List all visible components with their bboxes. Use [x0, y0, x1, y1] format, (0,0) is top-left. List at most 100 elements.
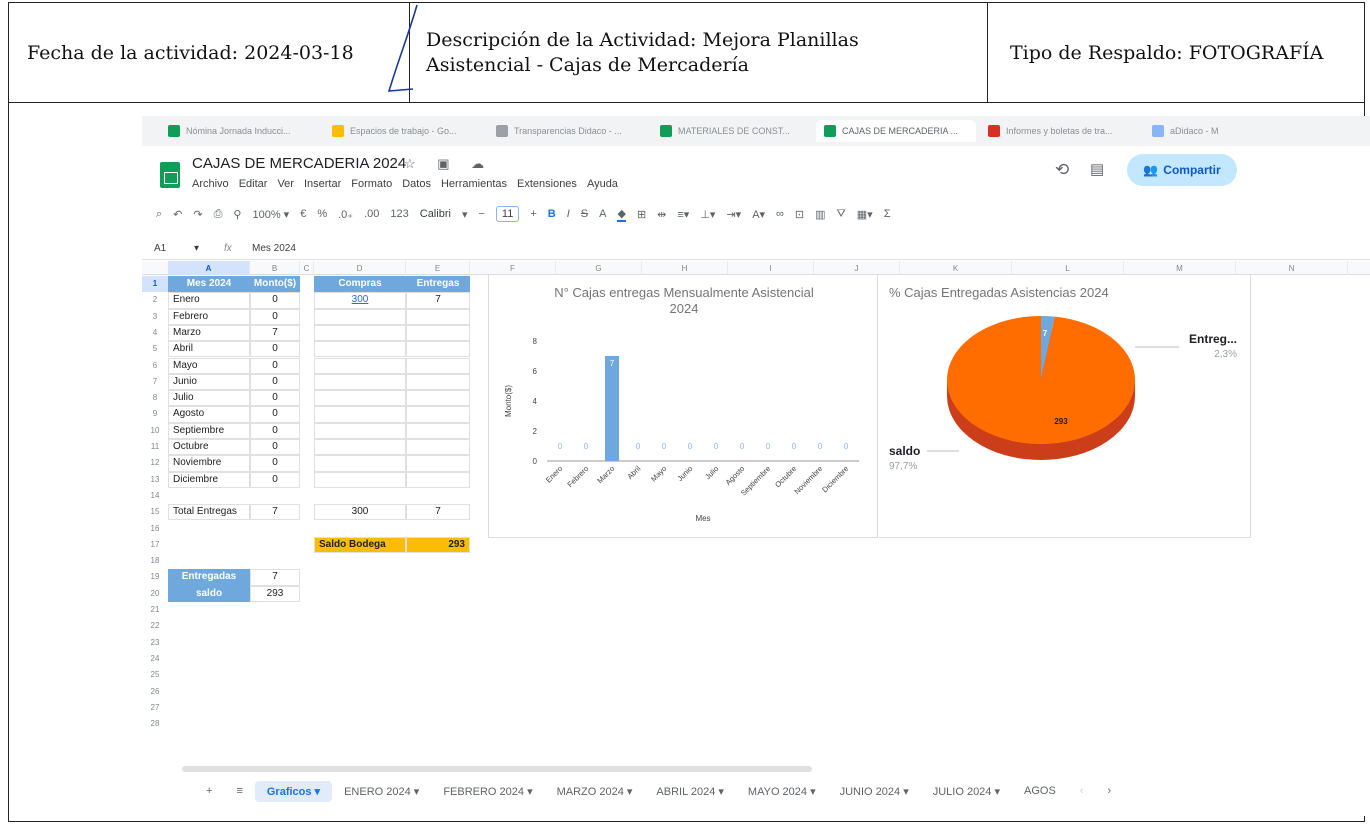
row-header[interactable]: 21: [142, 602, 168, 618]
empty-cell[interactable]: [314, 455, 406, 472]
row-header[interactable]: 1: [142, 276, 168, 293]
row-header[interactable]: 25: [142, 667, 168, 683]
menu-item[interactable]: Archivo: [192, 178, 229, 190]
month-amount-cell[interactable]: 0: [250, 341, 300, 358]
row-header[interactable]: 5: [142, 341, 168, 357]
paint-format-icon[interactable]: ⚲: [233, 208, 241, 221]
menu-item[interactable]: Insertar: [304, 178, 341, 190]
document-title[interactable]: CAJAS DE MERCADERIA 2024: [192, 155, 406, 172]
empty-cell[interactable]: [314, 422, 406, 439]
column-header[interactable]: G: [556, 261, 642, 275]
month-name-cell[interactable]: Marzo: [168, 324, 250, 342]
column-header[interactable]: B: [250, 261, 300, 275]
insert-comment-icon[interactable]: ⊡: [795, 208, 804, 221]
sheet-tab[interactable]: MARZO 2024 ▾: [545, 781, 645, 802]
empty-cell[interactable]: [406, 422, 470, 439]
empty-cell[interactable]: [314, 308, 406, 325]
month-name-cell[interactable]: Octubre: [168, 439, 250, 456]
empty-cell[interactable]: [406, 390, 470, 407]
zoom-select[interactable]: 100% ▾: [252, 208, 289, 221]
filter-icon[interactable]: ⛛: [837, 208, 846, 221]
saldo-bodega-value-cell[interactable]: 293: [406, 536, 470, 554]
empty-cell[interactable]: [314, 373, 406, 391]
browser-tab[interactable]: Nómina Jornada Inducci...: [160, 120, 320, 142]
redo-icon[interactable]: ↷: [193, 208, 202, 221]
borders-icon[interactable]: ⊞: [637, 208, 646, 221]
row-header[interactable]: 6: [142, 358, 168, 374]
month-name-cell[interactable]: Julio: [168, 390, 250, 407]
column-header[interactable]: E: [406, 261, 470, 275]
entregadas-label-cell[interactable]: Entregadas: [168, 569, 250, 586]
month-amount-cell[interactable]: 0: [250, 455, 300, 472]
empty-cell[interactable]: [314, 439, 406, 456]
total-entregas-label-cell[interactable]: Total Entregas: [168, 504, 250, 521]
month-amount-cell[interactable]: 0: [250, 308, 300, 325]
empty-cell[interactable]: [406, 406, 470, 423]
horizontal-scrollbar[interactable]: [182, 766, 812, 772]
month-name-cell[interactable]: Agosto: [168, 406, 250, 423]
entregas-value-cell[interactable]: 7: [406, 292, 470, 309]
row-header[interactable]: 3: [142, 309, 168, 325]
row-header[interactable]: 10: [142, 423, 168, 439]
column-header[interactable]: I: [728, 261, 814, 275]
menu-item[interactable]: Extensiones: [517, 178, 577, 190]
browser-tab[interactable]: CAJAS DE MERCADERIA ...: [816, 120, 976, 142]
number-format-button[interactable]: 123: [390, 208, 408, 220]
row-header[interactable]: 8: [142, 390, 168, 406]
percent-button[interactable]: %: [317, 208, 327, 220]
row-header[interactable]: 19: [142, 569, 168, 585]
row-header[interactable]: 11: [142, 439, 168, 455]
header-entregas-cell[interactable]: Entregas: [406, 276, 470, 293]
row-header[interactable]: 9: [142, 406, 168, 422]
column-header[interactable]: A: [168, 261, 250, 275]
month-amount-cell[interactable]: 0: [250, 357, 300, 374]
empty-cell[interactable]: [314, 390, 406, 407]
pie-slice[interactable]: [947, 316, 1135, 444]
search-menus-icon[interactable]: ⌕: [156, 208, 162, 221]
row-header[interactable]: 15: [142, 504, 168, 520]
undo-icon[interactable]: ↶: [173, 208, 182, 221]
menu-item[interactable]: Editar: [239, 178, 268, 190]
filter-views-icon[interactable]: ▦▾: [857, 208, 873, 221]
name-box[interactable]: A1: [142, 243, 194, 254]
month-amount-cell[interactable]: 0: [250, 390, 300, 407]
row-header[interactable]: 27: [142, 700, 168, 716]
empty-cell[interactable]: [314, 341, 406, 358]
empty-cell[interactable]: [406, 341, 470, 358]
font-size-input[interactable]: 11: [495, 206, 520, 222]
merge-cells-icon[interactable]: ⇹: [657, 208, 666, 221]
month-amount-cell[interactable]: 0: [250, 373, 300, 391]
saldo-bodega-label-cell[interactable]: Saldo Bodega: [314, 536, 406, 554]
month-amount-cell[interactable]: 0: [250, 406, 300, 423]
menu-item[interactable]: Datos: [402, 178, 431, 190]
star-move-cloud-icons[interactable]: ☆ ▣ ☁: [404, 156, 493, 172]
row-header[interactable]: 14: [142, 488, 168, 504]
total-entregas-cell[interactable]: 7: [406, 504, 470, 521]
formula-input[interactable]: Mes 2024: [252, 243, 296, 254]
month-name-cell[interactable]: Diciembre: [168, 471, 250, 488]
empty-cell[interactable]: [314, 471, 406, 488]
column-header[interactable]: D: [314, 261, 406, 275]
all-sheets-button[interactable]: ≡: [224, 781, 254, 801]
column-header[interactable]: K: [900, 261, 1012, 275]
currency-button[interactable]: €: [300, 208, 306, 220]
row-header[interactable]: 16: [142, 521, 168, 537]
month-amount-cell[interactable]: 0: [250, 439, 300, 456]
print-icon[interactable]: ⎙: [214, 208, 223, 221]
sheet-tab[interactable]: AGOS: [1012, 781, 1068, 801]
sheet-tab[interactable]: Graficos ▾: [254, 780, 333, 802]
bold-icon[interactable]: B: [548, 208, 556, 220]
functions-icon[interactable]: Σ: [884, 208, 891, 220]
column-header[interactable]: C: [300, 261, 314, 275]
row-header[interactable]: 4: [142, 325, 168, 341]
row-header[interactable]: 28: [142, 716, 168, 732]
sheet-tab[interactable]: JULIO 2024 ▾: [921, 781, 1012, 802]
row-header[interactable]: 18: [142, 553, 168, 569]
share-button[interactable]: 👥 Compartir: [1127, 154, 1237, 186]
month-name-cell[interactable]: Septiembre: [168, 422, 250, 439]
browser-tab[interactable]: Informes y boletas de tra...: [980, 120, 1140, 142]
total-entregas-value-cell[interactable]: 7: [250, 504, 300, 521]
row-header[interactable]: 24: [142, 651, 168, 667]
month-name-cell[interactable]: Febrero: [168, 308, 250, 325]
empty-cell[interactable]: [406, 324, 470, 342]
